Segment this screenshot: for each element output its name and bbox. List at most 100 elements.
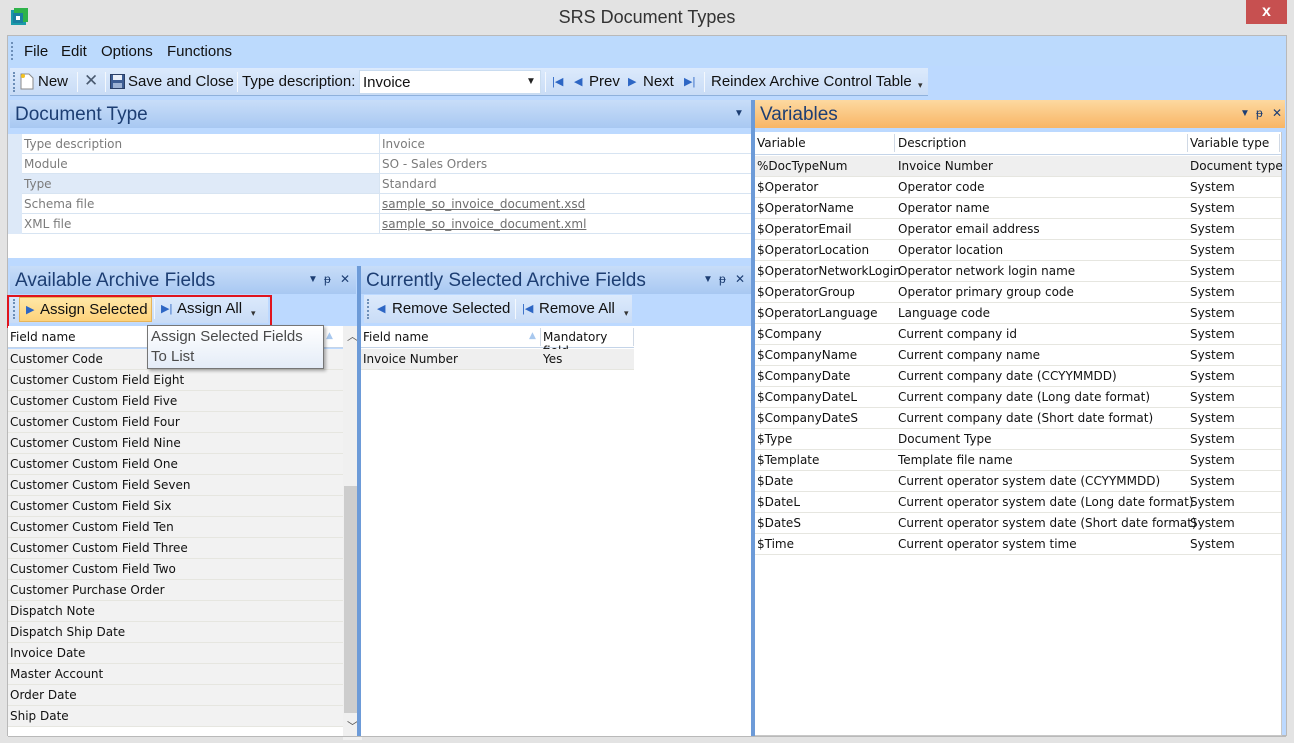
variable-cell: $Company: [757, 327, 822, 341]
variable-row[interactable]: $CompanyDateL Current company date (Long …: [755, 387, 1281, 408]
document-type-row[interactable]: Schema file sample_so_invoice_document.xs…: [22, 194, 751, 214]
variable-row[interactable]: $Type Document Type System: [755, 429, 1281, 450]
available-field-row[interactable]: Invoice Date: [8, 643, 343, 664]
toolbar-overflow-icon[interactable]: ▾: [918, 80, 923, 91]
available-field-row[interactable]: Customer Custom Field One: [8, 454, 343, 475]
field-name-cell: Ship Date: [10, 709, 69, 723]
document-type-row[interactable]: Module SO - Sales Orders: [22, 154, 751, 174]
menu-functions[interactable]: Functions: [167, 43, 232, 60]
toolbar-overflow-icon[interactable]: ▾: [624, 308, 629, 319]
available-field-row[interactable]: Customer Custom Field Ten: [8, 517, 343, 538]
available-field-row[interactable]: Customer Custom Field Two: [8, 559, 343, 580]
column-divider[interactable]: [894, 134, 895, 152]
available-field-row[interactable]: Customer Purchase Order: [8, 580, 343, 601]
variable-row[interactable]: $CompanyDate Current company date (CCYYMM…: [755, 366, 1281, 387]
available-field-row[interactable]: Order Date: [8, 685, 343, 706]
reindex-archive-button[interactable]: Reindex Archive Control Table: [708, 68, 916, 96]
menu-options[interactable]: Options: [101, 43, 153, 60]
column-divider[interactable]: [633, 328, 634, 346]
field-name-cell: Customer Custom Field Ten: [10, 520, 174, 534]
next-button[interactable]: ▶ Next: [626, 68, 678, 96]
variable-type-cell: System: [1190, 285, 1235, 299]
variable-row[interactable]: $OperatorNetworkLogin Operator network lo…: [755, 261, 1281, 282]
remove-all-button[interactable]: |◀ Remove All: [518, 297, 622, 322]
close-panel-icon[interactable]: ✕: [340, 272, 350, 286]
column-header-description[interactable]: Description: [898, 136, 966, 150]
column-divider[interactable]: [540, 328, 541, 346]
variable-cell: $Time: [757, 537, 795, 551]
available-field-row[interactable]: Dispatch Note: [8, 601, 343, 622]
toolbar-grip[interactable]: [13, 72, 16, 92]
column-divider[interactable]: [1187, 134, 1188, 152]
vertical-splitter[interactable]: [357, 266, 361, 736]
variable-row[interactable]: $Time Current operator system time System: [755, 534, 1281, 555]
available-field-row[interactable]: Dispatch Ship Date: [8, 622, 343, 643]
variable-row[interactable]: $CompanyDateS Current company date (Short…: [755, 408, 1281, 429]
available-field-row[interactable]: Customer Custom Field Eight: [8, 370, 343, 391]
variable-row[interactable]: $DateS Current operator system date (Shor…: [755, 513, 1281, 534]
variable-row[interactable]: $Company Current company id System: [755, 324, 1281, 345]
delete-button[interactable]: ✕: [80, 68, 104, 96]
available-field-row[interactable]: Customer Custom Field Four: [8, 412, 343, 433]
toolbar-grip[interactable]: [367, 299, 370, 319]
column-divider[interactable]: [1279, 134, 1280, 152]
variable-row[interactable]: $OperatorGroup Operator primary group cod…: [755, 282, 1281, 303]
column-header-variable[interactable]: Variable: [757, 136, 806, 150]
prev-button[interactable]: ◀ Prev: [572, 68, 622, 96]
variable-row[interactable]: $OperatorName Operator name System: [755, 198, 1281, 219]
variable-row[interactable]: $OperatorEmail Operator email address Syst…: [755, 219, 1281, 240]
variable-row[interactable]: $OperatorLocation Operator location System: [755, 240, 1281, 261]
panel-menu-dropdown-icon[interactable]: ▼: [734, 108, 744, 119]
field-name-cell: Customer Custom Field One: [10, 457, 178, 471]
variable-row[interactable]: $CompanyName Current company name System: [755, 345, 1281, 366]
available-field-row[interactable]: Master Account: [8, 664, 343, 685]
menu-file[interactable]: File: [24, 43, 48, 60]
close-panel-icon[interactable]: ✕: [1272, 106, 1282, 120]
file-link[interactable]: sample_so_invoice_document.xml: [382, 217, 586, 231]
close-window-button[interactable]: x: [1246, 0, 1287, 24]
variable-row[interactable]: $DateL Current operator system date (Long…: [755, 492, 1281, 513]
column-header-variable-type[interactable]: Variable type: [1190, 136, 1269, 150]
variable-row[interactable]: $OperatorLanguage Language code System: [755, 303, 1281, 324]
variable-row[interactable]: $Template Template file name System: [755, 450, 1281, 471]
column-header-field-name[interactable]: Field name: [10, 330, 76, 344]
available-field-row[interactable]: Customer Custom Field Three: [8, 538, 343, 559]
variable-cell: $OperatorGroup: [757, 285, 855, 299]
new-button[interactable]: New: [18, 68, 73, 96]
menu-grip[interactable]: [11, 42, 14, 60]
variable-row[interactable]: $Operator Operator code System: [755, 177, 1281, 198]
type-description-select[interactable]: Invoice ▼: [359, 70, 541, 94]
chevron-down-icon[interactable]: ▼: [524, 73, 538, 91]
file-link[interactable]: sample_so_invoice_document.xsd: [382, 197, 585, 211]
variable-type-cell: System: [1190, 474, 1235, 488]
variable-cell: $Type: [757, 432, 793, 446]
remove-selected-button[interactable]: ◀ Remove Selected: [373, 297, 513, 322]
available-field-row[interactable]: Ship Date: [8, 706, 343, 727]
available-field-row[interactable]: Customer Custom Field Nine: [8, 433, 343, 454]
field-name-cell: Dispatch Note: [10, 604, 95, 618]
pin-icon[interactable]: ᵽ: [719, 272, 726, 286]
available-field-row[interactable]: Customer Custom Field Six: [8, 496, 343, 517]
pin-icon[interactable]: ᵽ: [1256, 106, 1263, 120]
property-label: XML file: [24, 217, 72, 231]
first-record-button[interactable]: |◀: [550, 68, 568, 96]
last-record-button[interactable]: ▶|: [682, 68, 700, 96]
variable-row[interactable]: %DocTypeNum Invoice Number Document type: [755, 156, 1283, 177]
menu-edit[interactable]: Edit: [61, 43, 87, 60]
vertical-splitter[interactable]: [751, 100, 755, 736]
panel-menu-dropdown-icon[interactable]: ▼: [703, 274, 713, 285]
variable-row[interactable]: $Date Current operator system date (CCYYM…: [755, 471, 1281, 492]
available-field-row[interactable]: Customer Custom Field Five: [8, 391, 343, 412]
pin-icon[interactable]: ᵽ: [324, 272, 331, 286]
document-type-row[interactable]: Type description Invoice: [22, 134, 751, 154]
field-name-cell: Customer Custom Field Four: [10, 415, 180, 429]
close-panel-icon[interactable]: ✕: [735, 272, 745, 286]
document-type-row[interactable]: Type Standard: [22, 174, 751, 194]
panel-menu-dropdown-icon[interactable]: ▼: [308, 274, 318, 285]
column-header-field-name[interactable]: Field name: [363, 330, 429, 344]
save-and-close-button[interactable]: Save and Close: [108, 68, 235, 96]
selected-field-row[interactable]: Invoice Number Yes: [361, 349, 634, 370]
available-field-row[interactable]: Customer Custom Field Seven: [8, 475, 343, 496]
panel-menu-dropdown-icon[interactable]: ▼: [1240, 108, 1250, 119]
document-type-row[interactable]: XML file sample_so_invoice_document.xml: [22, 214, 751, 234]
